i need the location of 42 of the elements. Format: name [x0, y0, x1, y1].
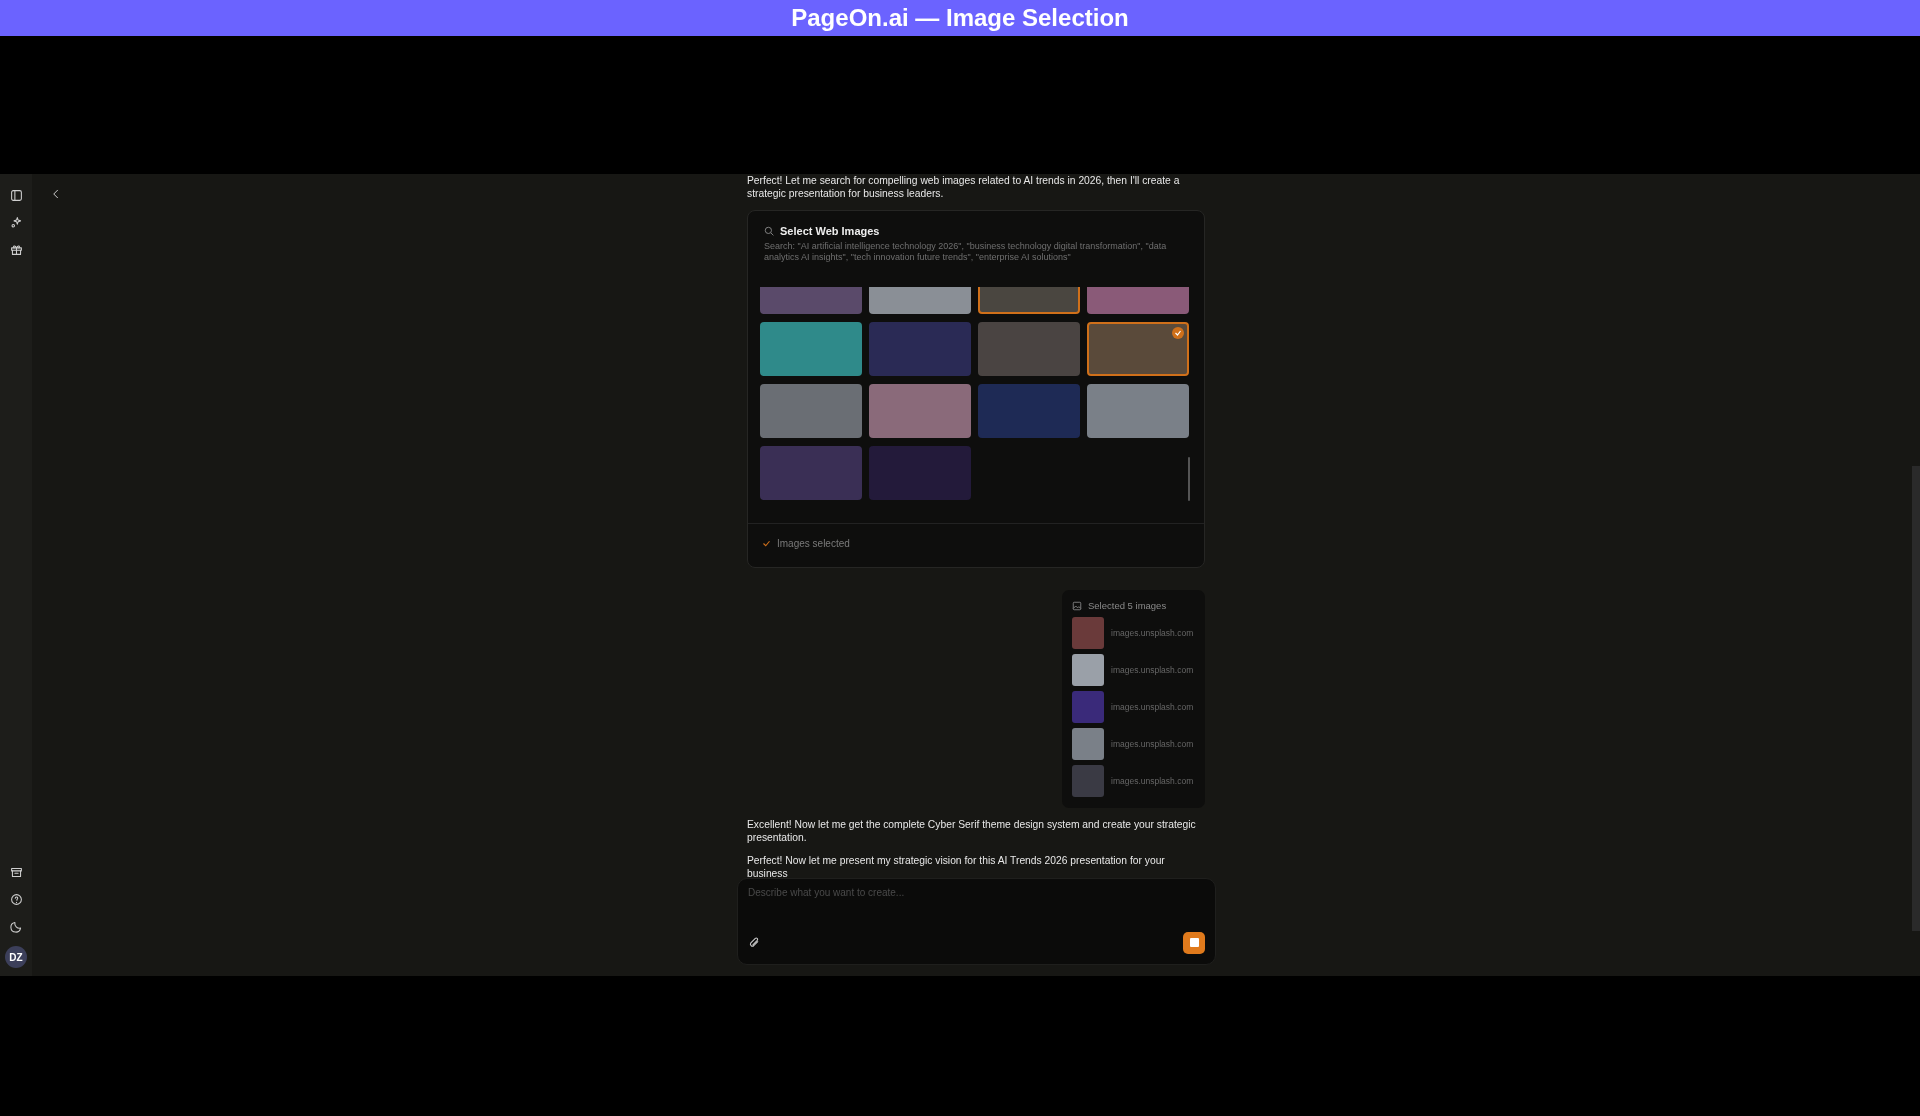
check-icon — [762, 539, 771, 548]
panel-title: Selected 5 images — [1088, 600, 1167, 611]
image-source: images.unsplash.com — [1111, 628, 1194, 638]
paperclip-icon[interactable] — [748, 936, 761, 949]
image-thumbnail[interactable] — [978, 322, 1080, 376]
photo-placeholder — [1072, 728, 1104, 760]
status-text: Images selected — [777, 538, 850, 549]
image-thumbnail[interactable] — [1087, 322, 1189, 376]
photo-placeholder — [1072, 765, 1104, 797]
assistant-message: Perfect! Now let me present my strategic vision for this AI Trends 2026 presentation for your business — [747, 854, 1166, 880]
scrollbar[interactable] — [1188, 457, 1190, 501]
archive-icon[interactable] — [9, 866, 23, 879]
sparkles-icon[interactable] — [9, 216, 23, 229]
stop-button[interactable] — [1183, 931, 1205, 954]
image-source: images.unsplash.com — [1111, 776, 1194, 786]
user-avatar[interactable]: DZ — [5, 946, 27, 968]
gift-icon[interactable] — [9, 243, 23, 256]
image-icon — [1072, 600, 1082, 611]
search-query: Search: "AI artificial intelligence technology 2026", "business technology digital transformation", "data analytics AI insights", "tech innovation future trends", "enterprise AI solutions" — [763, 240, 1168, 263]
image-thumbnail[interactable] — [760, 446, 862, 500]
banner-title: PageOn.ai — Image Selection — [791, 4, 1129, 32]
search-icon — [764, 226, 774, 236]
image-thumbnail[interactable] — [760, 384, 862, 438]
image-source: images.unsplash.com — [1111, 665, 1194, 675]
image-thumbnail[interactable] — [1087, 384, 1189, 438]
photo-placeholder — [1072, 617, 1104, 649]
assistant-message: Perfect! Let me search for compelling web images related to AI trends in 2026, then I'll create a strategic presentation for business leaders. — [747, 174, 1181, 200]
photo-placeholder — [1072, 691, 1104, 723]
image-thumbnail[interactable] — [978, 384, 1080, 438]
photo-placeholder — [1072, 654, 1104, 686]
check-icon — [1172, 327, 1184, 339]
help-icon[interactable] — [9, 893, 23, 906]
moon-icon[interactable] — [9, 920, 23, 933]
image-thumbnail[interactable] — [760, 322, 862, 376]
image-source: images.unsplash.com — [1111, 702, 1194, 712]
assistant-message: Excellent! Now let me get the complete Cyber Serif theme design system and create your strategic presentation. — [747, 818, 1197, 844]
image-source: images.unsplash.com — [1111, 739, 1194, 749]
card-title: Select Web Images — [780, 225, 880, 237]
image-thumbnail[interactable] — [869, 384, 971, 438]
sidebar-toggle-icon[interactable] — [9, 189, 23, 202]
image-thumbnail[interactable] — [869, 322, 971, 376]
image-thumbnail[interactable] — [869, 446, 971, 500]
